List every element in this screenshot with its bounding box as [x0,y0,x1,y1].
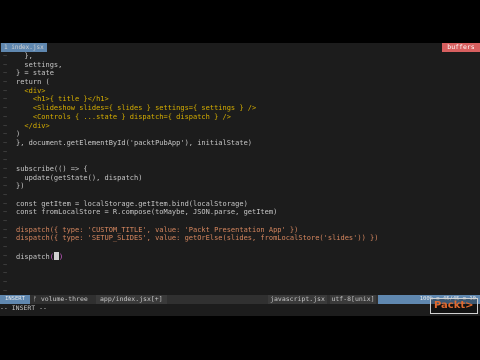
buffers-indicator: buffers [442,43,480,52]
file-path: app/index.jsx[+] [96,295,167,304]
empty-line [0,278,480,287]
line-gutter [0,104,11,113]
line-gutter [0,226,11,235]
line-gutter [0,278,11,287]
mode-indicator: INSERT [0,295,30,304]
line-gutter [0,200,11,209]
code-line: ) [0,130,480,139]
git-branch: ᚠ volume-three [33,295,88,303]
line-gutter [0,261,11,270]
line-gutter [0,113,11,122]
code-line: const getItem = localStorage.getItem.bin… [0,200,480,209]
line-gutter [0,208,11,217]
line-gutter [0,243,11,252]
tab-active-buffer[interactable]: 1 index.jsx [1,43,47,52]
line-gutter [0,269,11,278]
code-line: }, document.getElementById('packtPubApp'… [0,139,480,148]
line-gutter [0,165,11,174]
encoding-label: utf-8[unix] [330,295,376,304]
code-area[interactable]: }, settings, } = state return ( <div> <h… [0,52,480,304]
line-gutter [0,287,11,296]
line-gutter [0,191,11,200]
line-gutter [0,95,11,104]
line-gutter [0,182,11,191]
code-line: return ( [0,78,480,87]
status-line: INSERT ᚠ volume-three app/index.jsx[+] j… [0,295,480,304]
empty-line [0,261,480,270]
code-line: update(getState(), dispatch) [0,174,480,183]
vim-editor[interactable]: 1 index.jsx buffers }, settings, } = sta… [0,43,480,316]
code-line: }, [0,52,480,61]
code-line [0,191,480,200]
line-gutter [0,217,11,226]
line-gutter [0,130,11,139]
code-line: settings, [0,61,480,70]
line-gutter [0,78,11,87]
code-line: <Slideshow slides={ slides } settings={ … [0,104,480,113]
code-line: } = state [0,69,480,78]
video-frame: 1 index.jsx buffers }, settings, } = sta… [0,0,480,360]
empty-line [0,269,480,278]
code-line: dispatch({ type: 'CUSTOM_TITLE', value: … [0,226,480,235]
code-line: </div> [0,122,480,131]
line-gutter [0,61,11,70]
filetype-label: javascript.jsx [268,295,327,304]
code-line: <div> [0,87,480,96]
code-line: subscribe(() => { [0,165,480,174]
line-gutter [0,122,11,131]
tabline: 1 index.jsx buffers [0,43,480,52]
code-line: }) [0,182,480,191]
empty-line [0,287,480,296]
code-line [0,217,480,226]
line-gutter [0,52,11,61]
line-gutter [0,174,11,183]
code-line: dispatch({ type: 'SETUP_SLIDES', value: … [0,234,480,243]
line-gutter [0,87,11,96]
packt-logo: Packt> [430,298,478,314]
line-gutter [0,234,11,243]
code-line: const fromLocalStore = R.compose(toMaybe… [0,208,480,217]
line-gutter [0,139,11,148]
code-line: <h1>{ title }</h1> [0,95,480,104]
code-line-cursor: dispatch() [0,251,480,261]
line-gutter [0,148,11,157]
code-line [0,243,480,252]
command-line[interactable]: -- INSERT -- [0,304,480,313]
line-gutter [0,69,11,78]
code-line [0,148,480,157]
code-line [0,156,480,165]
code-line: <Controls { ...state } dispatch={ dispat… [0,113,480,122]
line-gutter [0,156,11,165]
line-gutter [0,252,11,261]
